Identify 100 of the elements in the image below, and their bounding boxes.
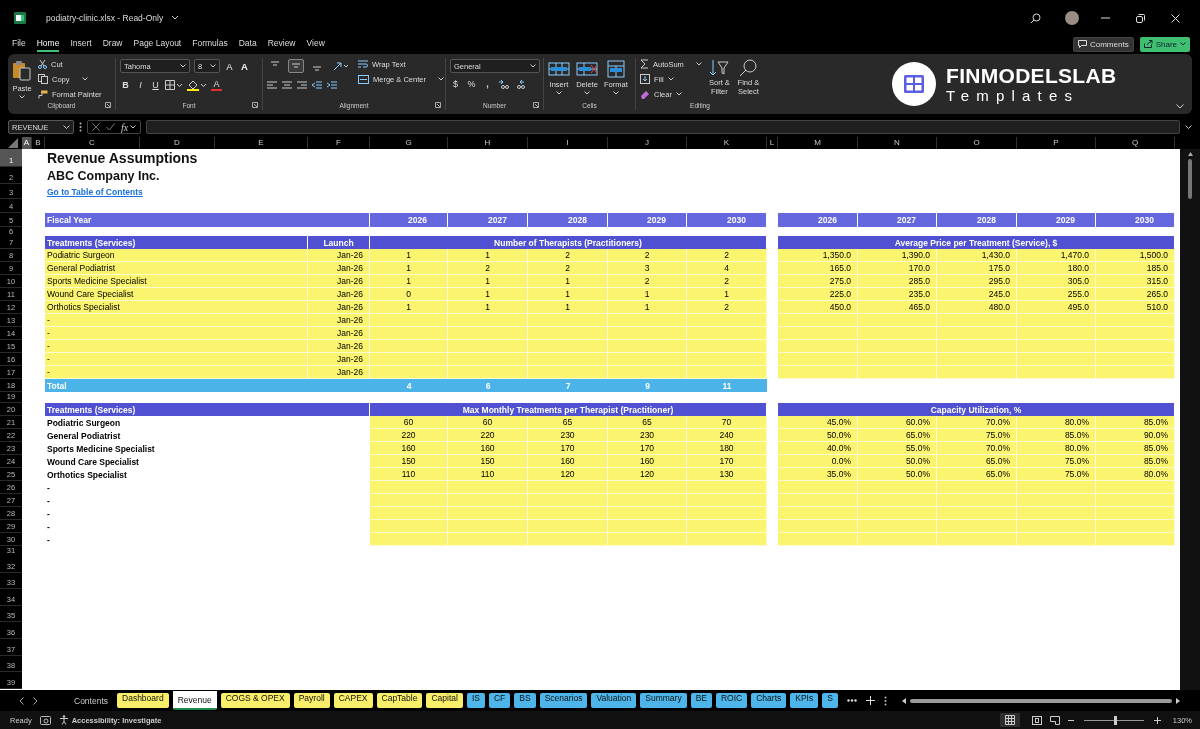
table-cell: Sports Medicine Specialist [45,275,308,288]
menu-tab[interactable]: Review [267,36,296,52]
table-cell: 2 [687,249,767,262]
menu-tab[interactable]: File [12,36,26,52]
sheet-tab[interactable]: KPIs [790,693,819,708]
table-cell: 1 [448,249,528,262]
dialog-launcher-icon[interactable] [105,102,111,108]
menu-tab[interactable]: Draw [102,36,123,52]
sheet-tab[interactable]: BE [690,693,712,708]
increase-indent-icon[interactable] [327,80,337,90]
sheet-tab[interactable]: Summary [640,693,687,708]
sheet-tab[interactable]: Revenue [172,691,217,710]
sheet-tab[interactable]: Charts [751,693,787,708]
sheet-tab[interactable]: CF [488,693,511,708]
bold-button[interactable]: B [120,80,131,90]
table-cell: 70.0% [937,442,1017,455]
comment-icon [1077,40,1087,48]
restore-icon[interactable] [1136,13,1145,23]
shrink-font-button[interactable]: A [239,60,250,72]
table-cell: 1 [448,288,528,301]
fill-color-icon[interactable] [187,79,207,91]
borders-icon[interactable] [165,80,183,90]
sheet-tab[interactable]: Valuation [591,693,637,708]
decrease-decimal-icon[interactable] [514,79,525,89]
comma-style-button[interactable]: , [482,79,493,89]
italic-button[interactable]: I [135,80,146,90]
zoom-in-icon[interactable] [1153,716,1161,724]
table-cell: Wound Care Specialist [45,288,308,301]
formula-input[interactable] [146,120,1180,134]
search-icon[interactable] [1030,12,1041,24]
menu-tab[interactable]: Data [238,36,257,52]
sheet-tab[interactable]: CAPEX [333,693,373,708]
comments-button[interactable]: Comments [1072,36,1134,52]
align-left-icon[interactable] [267,80,277,90]
collapse-ribbon-icon[interactable] [1176,104,1184,109]
table-cell: 1 [370,262,448,275]
table-cell: 1 [370,275,448,288]
table-cell: 80.0% [1017,416,1096,429]
table-cell: 4 [687,262,767,275]
menu-tab[interactable]: Formulas [192,36,228,52]
sheet-tab[interactable]: COGS & OPEX [220,693,290,708]
close-icon[interactable] [1171,13,1180,23]
more-options-icon[interactable] [79,122,82,132]
user-avatar[interactable] [1065,11,1079,25]
sheet-tab[interactable]: BS [514,693,536,708]
menu-tab[interactable]: Page Layout [133,36,182,52]
table-cell: 50.0% [778,429,858,442]
previous-sheet-icon[interactable] [19,696,24,705]
table-cell: 120 [528,468,608,481]
table-cell: 1 [528,275,608,288]
more-options-icon[interactable] [883,695,887,706]
align-center-icon[interactable] [282,80,292,90]
table-cell: 1 [608,301,687,314]
table-cell: 175.0 [937,262,1017,275]
expand-icon[interactable] [1185,125,1192,129]
align-right-icon[interactable] [297,80,307,90]
sheet-tab[interactable]: CapTable [376,693,423,708]
cancel-icon[interactable] [92,123,100,131]
sheet-tab[interactable]: Payroll [293,693,330,708]
menu-tab[interactable]: Home [36,36,60,52]
sheet-tab[interactable]: ROIC [716,693,748,708]
underline-button[interactable]: U [150,80,161,90]
sheet-tab[interactable]: Contents [69,693,114,708]
macro-recorder-icon[interactable] [39,715,51,725]
dialog-launcher-icon[interactable] [435,102,441,108]
dialog-launcher-icon[interactable] [533,102,539,108]
sheet-tab[interactable]: Scenarios [539,693,588,708]
menu-tab[interactable]: Insert [70,36,92,52]
sheet-tab[interactable]: Capital [426,693,463,708]
more-sheets-icon[interactable] [846,699,857,702]
table-cell: 90.0% [1096,429,1175,442]
table-cell: 110 [370,468,448,481]
percent-button[interactable]: % [466,79,477,89]
table-cell: 245.0 [937,288,1017,301]
sheet-tab[interactable]: S [822,693,838,708]
increase-decimal-icon[interactable] [498,79,509,89]
currency-button[interactable]: $ [450,79,461,89]
decrease-indent-icon[interactable] [312,80,322,90]
table-cell: 240 [687,429,767,442]
table-cell: 465.0 [858,301,937,314]
sheet-tab[interactable]: IS [466,693,485,708]
dialog-launcher-icon[interactable] [252,102,258,108]
table-of-contents-link[interactable]: Go to Table of Contents [45,184,145,199]
sheet-tab[interactable]: Dashboard [117,693,169,708]
normal-view-icon[interactable] [999,713,1020,727]
share-button[interactable]: Share [1139,36,1190,52]
menu-tab[interactable]: View [306,36,325,52]
grow-font-button[interactable]: A [224,60,235,72]
table-cell: 1 [370,249,448,262]
caret-icon[interactable] [171,15,180,21]
table-cell: 6 [448,379,528,392]
check-icon[interactable] [106,123,115,131]
add-sheet-icon[interactable] [865,696,875,705]
vertical-align-button[interactable] [288,59,304,73]
page-layout-view-icon[interactable] [1031,715,1042,725]
next-sheet-icon[interactable] [33,696,38,705]
font-color-button[interactable]: A [211,79,222,91]
page-break-view-icon[interactable] [1049,715,1060,725]
table-cell: 50.0% [858,468,937,481]
vertical-scrollbar[interactable] [1180,149,1200,690]
